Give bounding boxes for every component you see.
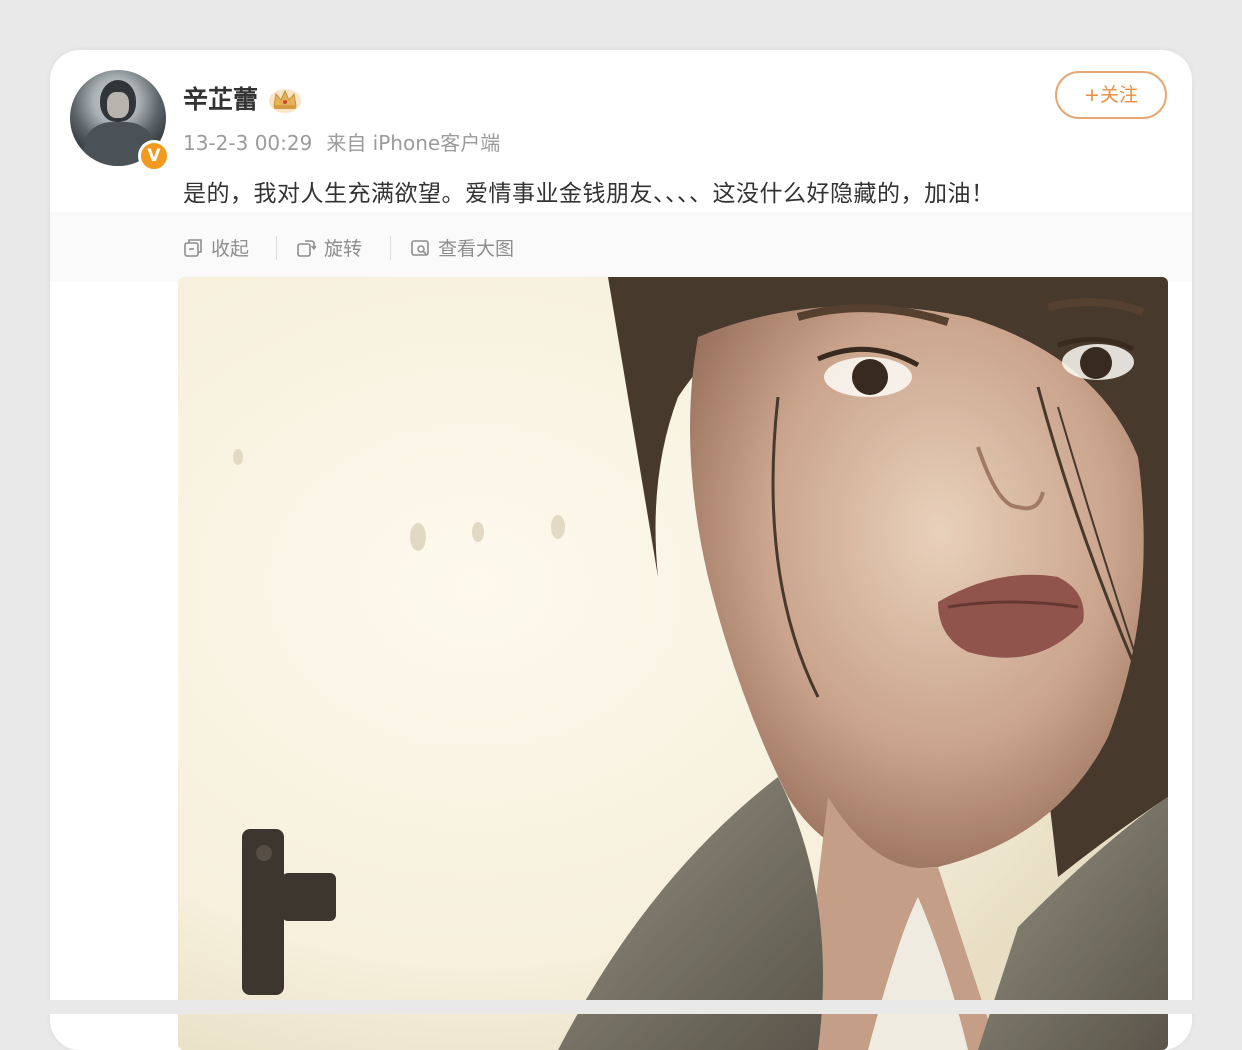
toolbar-divider — [390, 236, 391, 260]
rotate-label: 旋转 — [324, 238, 363, 260]
post-meta: 13-2-3 00:29 来自 iPhone客户端 — [183, 127, 500, 156]
avatar-face — [107, 92, 129, 118]
rotate-button[interactable]: 旋转 — [296, 234, 362, 261]
collapse-label: 收起 — [211, 238, 250, 260]
verified-icon: V — [138, 140, 170, 172]
collapse-icon — [184, 238, 202, 257]
view-large-button[interactable]: 查看大图 — [410, 234, 514, 261]
portrait-image — [178, 277, 1168, 1050]
crown-icon — [269, 89, 301, 113]
post-text: 是的，我对人生充满欲望。爱情事业金钱朋友、、、、这没什么好隐藏的，加油！ — [183, 181, 995, 207]
view-large-icon — [411, 239, 429, 256]
post-source[interactable]: 来自 iPhone客户端 — [326, 131, 500, 155]
image-toolbar: 收起 旋转 查看大图 — [50, 212, 1192, 282]
toolbar-divider — [276, 236, 277, 260]
view-large-label: 查看大图 — [438, 238, 515, 260]
post-photo[interactable] — [178, 277, 1168, 1050]
author-name[interactable]: 辛芷蕾 — [183, 80, 258, 116]
collapse-button[interactable]: 收起 — [183, 234, 249, 261]
follow-button[interactable]: +关注 — [1055, 71, 1167, 119]
page-bottom-edge — [0, 1000, 1242, 1014]
rotate-icon — [297, 239, 316, 257]
post-time: 13-2-3 00:29 — [183, 131, 313, 155]
weibo-post-card: V 辛芷蕾 13-2-3 00:29 来自 iPhone客户端 +关注 是的，我对… — [50, 50, 1192, 1050]
